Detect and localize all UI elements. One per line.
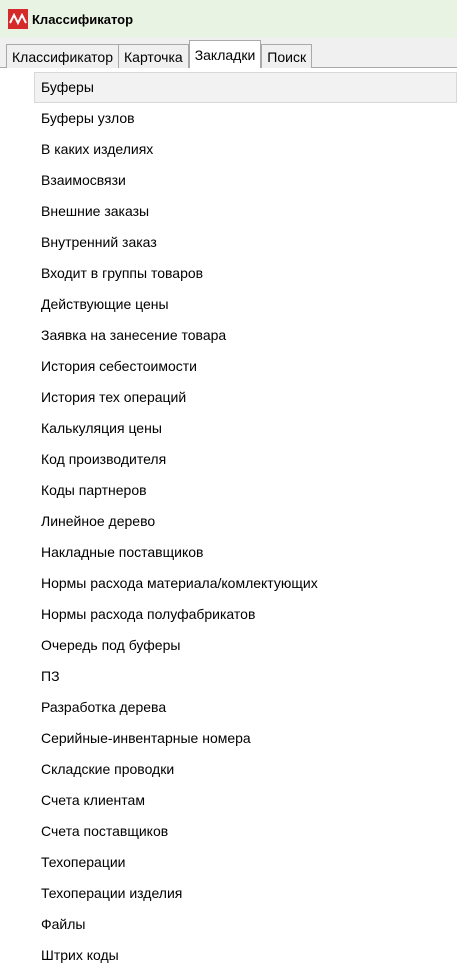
list-item[interactable]: История себестоимости	[34, 351, 457, 382]
list-item[interactable]: Буферы узлов	[34, 103, 457, 134]
list-item-selected[interactable]: Буферы	[34, 72, 457, 103]
list-item[interactable]: Счета поставщиков	[34, 816, 457, 847]
list-item[interactable]: Накладные поставщиков	[34, 537, 457, 568]
list-item[interactable]: Техоперации	[34, 847, 457, 878]
list-item[interactable]: Действующие цены	[34, 289, 457, 320]
list-item[interactable]: Взаимосвязи	[34, 165, 457, 196]
bookmarks-list: Буферы Буферы узлов В каких изделиях Вза…	[34, 72, 457, 971]
list-item[interactable]: Складские проводки	[34, 754, 457, 785]
list-item[interactable]: Очередь под буферы	[34, 630, 457, 661]
tab-list: Классификатор Карточка Закладки Поиск	[6, 40, 313, 68]
list-item[interactable]: Техоперации изделия	[34, 878, 457, 909]
list-item[interactable]: История тех операций	[34, 382, 457, 413]
tab-bookmarks[interactable]: Закладки	[188, 40, 262, 68]
list-item[interactable]: Штрих коды	[34, 940, 457, 971]
list-item[interactable]: Калькуляция цены	[34, 413, 457, 444]
window-title: Классификатор	[32, 11, 134, 27]
list-item[interactable]: Серийные-инвентарные номера	[34, 723, 457, 754]
tab-search[interactable]: Поиск	[261, 44, 313, 68]
classifier-window: Классификатор Классификатор Карточка Зак…	[0, 0, 457, 980]
list-item[interactable]: Счета клиентам	[34, 785, 457, 816]
list-item[interactable]: В каких изделиях	[34, 134, 457, 165]
list-item[interactable]: Линейное дерево	[34, 506, 457, 537]
tab-classifier[interactable]: Классификатор	[6, 44, 120, 68]
list-item[interactable]: Код производителя	[34, 444, 457, 475]
list-item[interactable]: Разработка дерева	[34, 692, 457, 723]
title-bar[interactable]: Классификатор	[0, 0, 457, 38]
list-item[interactable]: Заявка на занесение товара	[34, 320, 457, 351]
list-item[interactable]: Внешние заказы	[34, 196, 457, 227]
app-logo-icon	[8, 9, 28, 29]
list-item[interactable]: Нормы расхода материала/комлектующих	[34, 568, 457, 599]
list-item[interactable]: Внутренний заказ	[34, 227, 457, 258]
tab-strip: Классификатор Карточка Закладки Поиск	[0, 38, 457, 68]
list-item[interactable]: Файлы	[34, 909, 457, 940]
list-item[interactable]: Нормы расхода полуфабрикатов	[34, 599, 457, 630]
bookmarks-panel: Буферы Буферы узлов В каких изделиях Вза…	[0, 68, 457, 980]
tab-card[interactable]: Карточка	[118, 44, 189, 68]
list-item[interactable]: Входит в группы товаров	[34, 258, 457, 289]
list-item[interactable]: ПЗ	[34, 661, 457, 692]
list-item[interactable]: Коды партнеров	[34, 475, 457, 506]
